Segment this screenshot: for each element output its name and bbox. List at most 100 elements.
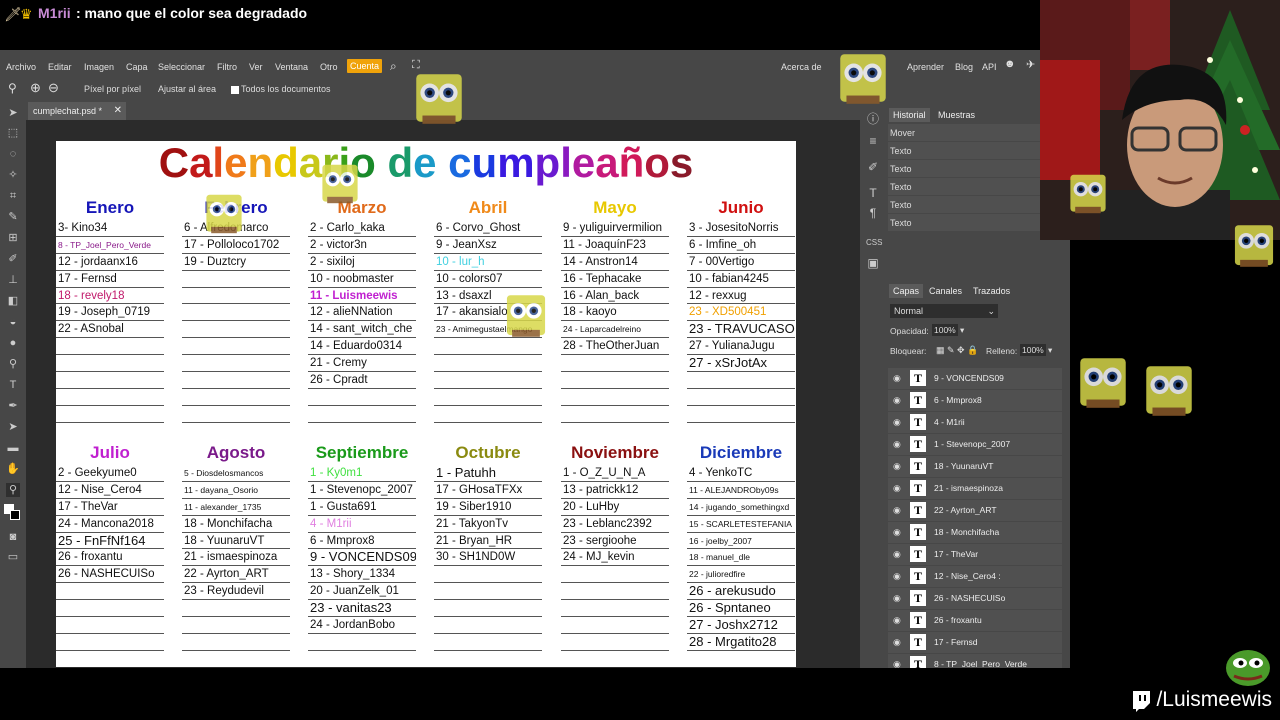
adjust-icon[interactable]: ≡ — [866, 134, 880, 148]
stamp-tool-icon[interactable]: ⊥ — [6, 273, 20, 287]
lasso-tool-icon[interactable]: ◌ — [6, 147, 20, 161]
birthday-entry: 10 - lur_h — [434, 254, 542, 271]
quick-mask-icon[interactable]: ◙ — [6, 530, 20, 544]
layer-row[interactable]: ◉ T 22 - Ayrton_ART — [888, 500, 1062, 521]
menu-ver[interactable]: Ver — [249, 62, 263, 72]
layer-row[interactable]: ◉ T 17 - Fernsd — [888, 632, 1062, 653]
screen-mode-icon[interactable]: ▭ — [6, 550, 20, 564]
birthday-entry: 5 - Diosdelosmancos — [182, 465, 290, 482]
bucket-tool-icon[interactable]: ◒ — [6, 315, 20, 329]
eye-icon[interactable]: ◉ — [893, 373, 901, 384]
shape-tool-icon[interactable]: ▬ — [6, 441, 20, 455]
menu-capa[interactable]: Capa — [126, 62, 148, 72]
chevron-down-icon[interactable]: ▾ — [1048, 345, 1052, 356]
tab-historial[interactable]: Historial — [889, 108, 930, 122]
menu-aprender[interactable]: Aprender — [907, 62, 944, 72]
info-icon[interactable]: ⓘ — [866, 112, 880, 126]
layer-row[interactable]: ◉ T 1 - Stevenopc_2007 — [888, 434, 1062, 455]
layer-row[interactable]: ◉ T 18 - YuunaruVT — [888, 456, 1062, 477]
eye-icon[interactable]: ◉ — [893, 527, 901, 538]
brush-settings-icon[interactable]: ✐ — [866, 160, 880, 174]
layer-row[interactable]: ◉ T 26 - froxantu — [888, 610, 1062, 631]
layer-row[interactable]: ◉ T 21 - ismaespinoza — [888, 478, 1062, 499]
search-icon[interactable]: ⌕ — [390, 59, 397, 74]
character-icon[interactable]: T — [866, 186, 880, 200]
all-docs-checkbox[interactable] — [231, 86, 239, 94]
pen-tool-icon[interactable]: ✒ — [6, 399, 20, 413]
history-item[interactable]: Texto — [888, 178, 1062, 196]
blur-tool-icon[interactable]: ● — [6, 336, 20, 350]
eye-icon[interactable]: ◉ — [893, 417, 901, 428]
eyedropper-tool-icon[interactable]: ✎ — [6, 210, 20, 224]
chevron-down-icon[interactable]: ▾ — [960, 325, 964, 336]
eye-icon[interactable]: ◉ — [893, 593, 901, 604]
eye-icon[interactable]: ◉ — [893, 461, 901, 472]
menu-editar[interactable]: Editar — [48, 62, 72, 72]
eye-icon[interactable]: ◉ — [893, 483, 901, 494]
menu-filtro[interactable]: Filtro — [217, 62, 237, 72]
crop-tool-icon[interactable]: ⌗ — [6, 189, 20, 203]
menu-seleccionar[interactable]: Seleccionar — [158, 62, 205, 72]
opacity-input[interactable]: 100% — [932, 324, 958, 336]
layer-row[interactable]: ◉ T 26 - NASHECUISo — [888, 588, 1062, 609]
document-tab[interactable]: cumplechat.psd * ✕ — [28, 102, 126, 120]
layer-row[interactable]: ◉ T 12 - Nise_Cero4 : — [888, 566, 1062, 587]
dodge-tool-icon[interactable]: ⚲ — [6, 357, 20, 371]
history-item[interactable]: Texto — [888, 160, 1062, 178]
eraser-tool-icon[interactable]: ◧ — [6, 294, 20, 308]
reddit-icon[interactable]: ☻ — [1004, 58, 1016, 70]
text-tool-icon[interactable]: T — [6, 378, 20, 392]
hand-tool-icon[interactable]: ✋ — [6, 462, 20, 476]
menu-cuenta[interactable]: Cuenta — [347, 59, 383, 73]
history-item[interactable]: Texto — [888, 214, 1062, 232]
layer-row[interactable]: ◉ T 9 - VONCENDS09 — [888, 368, 1062, 389]
brush-tool-icon[interactable]: ✐ — [6, 252, 20, 266]
menu-acerca[interactable]: Acerca de — [781, 62, 822, 72]
layer-row[interactable]: ◉ T 4 - M1rii — [888, 412, 1062, 433]
css-icon[interactable]: CSS — [866, 236, 882, 250]
zoom-out-icon[interactable]: ⊖ — [48, 80, 59, 96]
wand-tool-icon[interactable]: ✧ — [6, 168, 20, 182]
document-tab-label: cumplechat.psd * — [33, 106, 103, 116]
menu-imagen[interactable]: Imagen — [84, 62, 114, 72]
fit-area-button[interactable]: Ajustar al área — [158, 84, 216, 94]
tab-canales[interactable]: Canales — [929, 286, 962, 296]
background-color-swatch[interactable] — [10, 510, 20, 520]
eye-icon[interactable]: ◉ — [893, 439, 901, 450]
fill-input[interactable]: 100% — [1020, 344, 1046, 356]
marquee-tool-icon[interactable]: ⬚ — [6, 126, 20, 140]
blend-mode-select[interactable]: Normal ⌄ — [890, 304, 998, 318]
tab-muestras[interactable]: Muestras — [938, 110, 975, 120]
menu-api[interactable]: API — [982, 62, 997, 72]
eye-icon[interactable]: ◉ — [893, 549, 901, 560]
close-icon[interactable]: ✕ — [114, 105, 122, 116]
paragraph-icon[interactable]: ¶ — [866, 206, 880, 220]
tab-trazados[interactable]: Trazados — [973, 286, 1010, 296]
move-tool-icon[interactable]: ➤ — [6, 106, 20, 120]
eye-icon[interactable]: ◉ — [893, 615, 901, 626]
eye-icon[interactable]: ◉ — [893, 571, 901, 582]
zoom-in-icon[interactable]: ⊕ — [30, 80, 41, 96]
layer-row[interactable]: ◉ T 6 - Mmprox8 — [888, 390, 1062, 411]
lock-icons[interactable]: ▦ ✎ ✥ 🔒 — [936, 345, 978, 356]
layer-row[interactable]: ◉ T 17 - TheVar — [888, 544, 1062, 565]
history-item[interactable]: Mover — [888, 124, 1062, 142]
menu-otro[interactable]: Otro — [320, 62, 338, 72]
eye-icon[interactable]: ◉ — [893, 637, 901, 648]
eye-icon[interactable]: ◉ — [893, 395, 901, 406]
heal-tool-icon[interactable]: ⊞ — [6, 231, 20, 245]
pixel-button[interactable]: Píxel por píxel — [84, 84, 141, 94]
eye-icon[interactable]: ◉ — [893, 505, 901, 516]
tab-capas[interactable]: Capas — [889, 284, 924, 298]
history-item[interactable]: Texto — [888, 196, 1062, 214]
path-select-tool-icon[interactable]: ➤ — [6, 420, 20, 434]
menu-archivo[interactable]: Archivo — [6, 62, 36, 72]
birthday-entry: 17 - TheVar — [56, 499, 164, 516]
zoom-tool-icon[interactable]: ⚲ — [6, 483, 20, 497]
history-item[interactable]: Texto — [888, 142, 1062, 160]
image-icon[interactable]: ▣ — [866, 256, 880, 270]
twitter-icon[interactable]: ✈ — [1026, 58, 1035, 71]
menu-ventana[interactable]: Ventana — [275, 62, 308, 72]
layer-row[interactable]: ◉ T 18 - Monchifacha — [888, 522, 1062, 543]
menu-blog[interactable]: Blog — [955, 62, 973, 72]
